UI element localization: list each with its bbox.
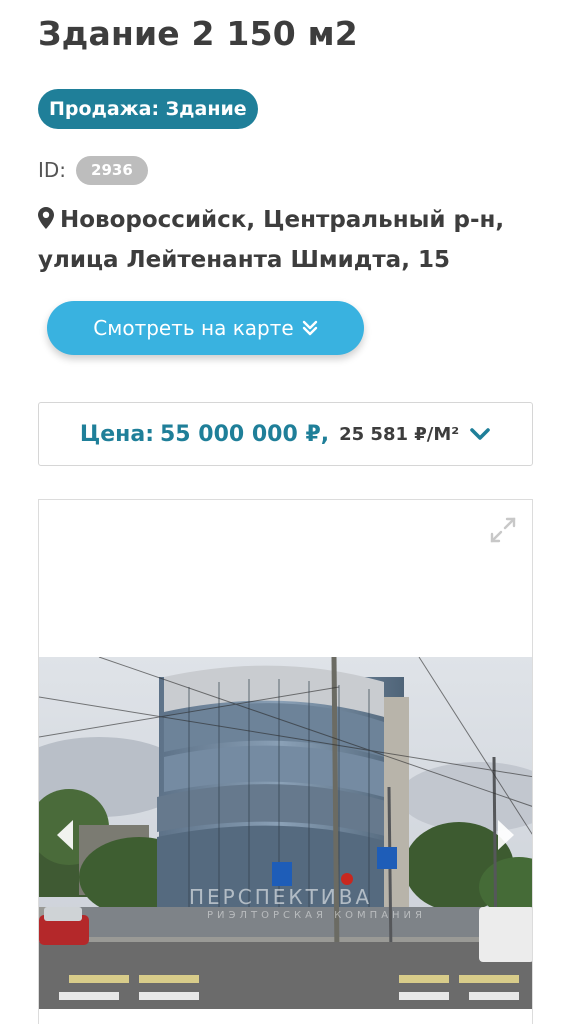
listing-type-badge: Продажа: Здание xyxy=(38,89,258,129)
expand-icon[interactable] xyxy=(489,516,517,544)
view-on-map-label: Смотреть на карте xyxy=(93,316,294,340)
photo-watermark-sub: РИЭЛТОРСКАЯ КОМПАНИЯ xyxy=(207,910,426,921)
arrow-right-icon[interactable] xyxy=(494,818,518,852)
chevron-double-down-icon xyxy=(302,320,317,336)
id-badge: 2936 xyxy=(76,155,148,185)
address-text: Новороссийск, Центральный р-н, улица Лей… xyxy=(38,207,505,273)
address: Новороссийск, Центральный р-н, улица Лей… xyxy=(38,200,538,280)
page-title: Здание 2 150 м2 xyxy=(38,14,358,53)
price-toggle[interactable]: Цена: 55 000 000 ₽ , 25 581 ₽/М² xyxy=(38,402,533,466)
map-pin-icon xyxy=(38,207,54,229)
id-label: ID: xyxy=(38,158,67,182)
building-photo xyxy=(39,657,532,1009)
price-label: Цена: xyxy=(79,421,154,447)
price-separator: , xyxy=(320,421,330,447)
price-value: 55 000 000 ₽ xyxy=(160,421,321,447)
price-per-unit: 25 581 ₽/М² xyxy=(339,423,460,445)
photo-watermark: ПЕРСПЕКТИВА xyxy=(189,885,373,909)
arrow-left-icon[interactable] xyxy=(53,818,77,852)
listing-id-row: ID: 2936 xyxy=(38,155,148,185)
chevron-down-icon xyxy=(470,428,490,440)
photo-gallery: ПЕРСПЕКТИВА РИЭЛТОРСКАЯ КОМПАНИЯ xyxy=(38,499,533,1024)
view-on-map-button[interactable]: Смотреть на карте xyxy=(47,301,364,355)
